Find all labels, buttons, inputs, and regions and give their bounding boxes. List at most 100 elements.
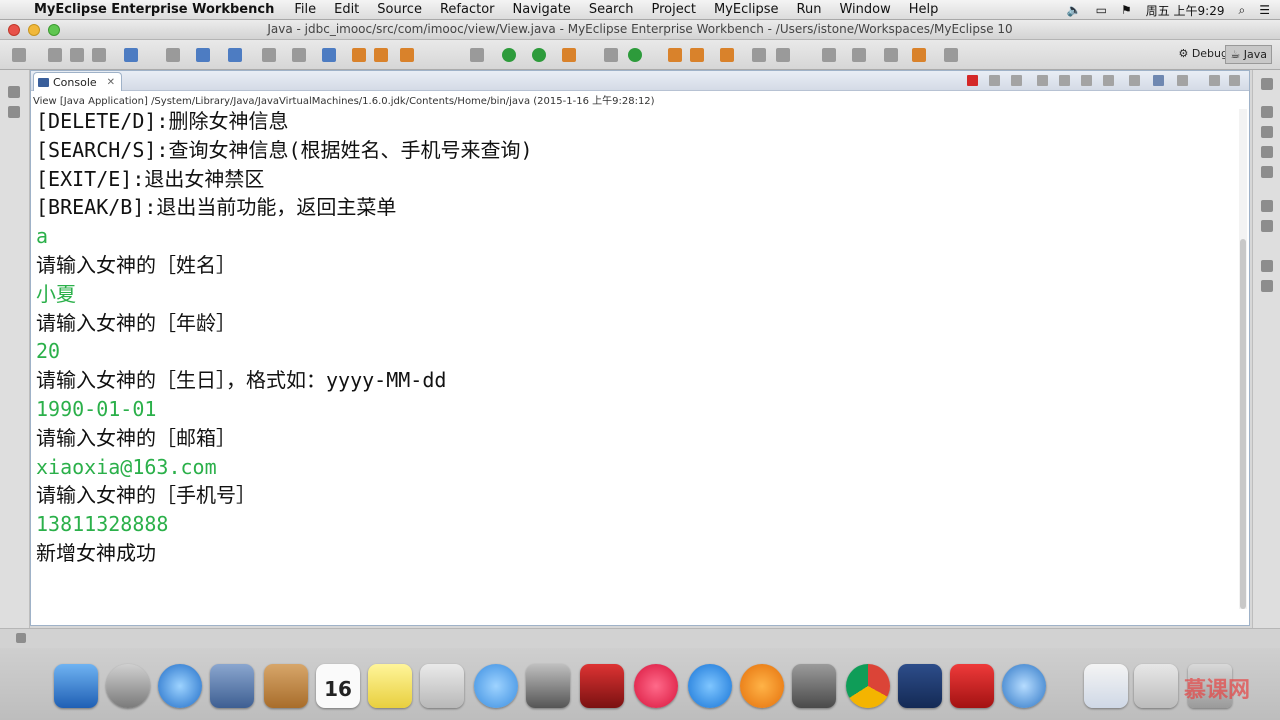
hierarchy-icon[interactable] — [1261, 220, 1273, 232]
menu-navigate[interactable]: Navigate — [513, 2, 571, 17]
open-type-icon[interactable] — [604, 48, 618, 62]
minimize-view-icon[interactable] — [1209, 75, 1220, 86]
show-on-stderr-icon[interactable] — [1103, 75, 1114, 86]
remove-launch-icon[interactable] — [989, 75, 1000, 86]
vertical-scrollbar[interactable] — [1239, 109, 1247, 609]
powerpoint-icon[interactable] — [950, 664, 994, 708]
outline-icon[interactable] — [1261, 106, 1273, 118]
perspective-debug[interactable]: ⚙ Debug — [1178, 47, 1228, 60]
javadoc-icon[interactable] — [1261, 126, 1273, 138]
menu-run[interactable]: Run — [797, 2, 822, 17]
deploy-icon[interactable] — [196, 48, 210, 62]
restore-icon[interactable] — [8, 86, 20, 98]
menu-window[interactable]: Window — [839, 2, 890, 17]
menu-myeclipse[interactable]: MyEclipse — [714, 2, 779, 17]
window-zoom-button[interactable] — [48, 24, 60, 36]
display-selected-console-icon[interactable] — [1153, 75, 1164, 86]
contacts-icon[interactable] — [264, 664, 308, 708]
stickies-icon[interactable] — [368, 664, 412, 708]
volume-icon[interactable]: 🔈 — [1067, 3, 1082, 17]
external-tools-icon[interactable] — [562, 48, 576, 62]
window-close-button[interactable] — [8, 24, 20, 36]
snippets-icon[interactable] — [1261, 280, 1273, 292]
run-coverage-icon[interactable] — [532, 48, 546, 62]
quicktime-icon[interactable] — [1002, 664, 1046, 708]
scroll-lock-icon[interactable] — [1059, 75, 1070, 86]
input-source-flag-icon[interactable]: ⚑ — [1121, 3, 1132, 17]
web-service-icon[interactable] — [228, 48, 242, 62]
preview-icon[interactable] — [420, 664, 464, 708]
show-on-stdout-icon[interactable] — [1081, 75, 1092, 86]
database-icon[interactable] — [262, 48, 276, 62]
safari-icon[interactable] — [158, 664, 202, 708]
open-folder-icon[interactable] — [352, 48, 366, 62]
menu-refactor[interactable]: Refactor — [440, 2, 495, 17]
package-explorer-icon[interactable] — [8, 106, 20, 118]
finder-icon[interactable] — [54, 664, 98, 708]
problems-icon[interactable] — [1261, 166, 1273, 178]
menubar-clock[interactable]: 周五 上午9:29 — [1146, 2, 1225, 19]
declaration-icon[interactable] — [1261, 146, 1273, 158]
debug-icon[interactable] — [470, 48, 484, 62]
menu-source[interactable]: Source — [377, 2, 422, 17]
back-icon[interactable] — [912, 48, 926, 62]
spotlight-search-icon[interactable]: ⌕ — [1239, 3, 1246, 18]
downloads-stack-icon[interactable] — [1134, 664, 1178, 708]
notification-list-icon[interactable]: ☰ — [1259, 3, 1270, 17]
last-edit-icon[interactable] — [884, 48, 898, 62]
app-name-menu[interactable]: MyEclipse Enterprise Workbench — [34, 2, 274, 17]
print-icon[interactable] — [92, 48, 106, 62]
restore-right-2-icon[interactable] — [1261, 200, 1273, 212]
system-preferences-icon[interactable] — [792, 664, 836, 708]
fast-view-icon[interactable] — [16, 633, 26, 643]
maximize-view-icon[interactable] — [1229, 75, 1240, 86]
restore-right-3-icon[interactable] — [1261, 260, 1273, 272]
next-annotation-icon[interactable] — [822, 48, 836, 62]
new-class-icon[interactable] — [628, 48, 642, 62]
photo-booth-icon[interactable] — [580, 664, 624, 708]
console-tab[interactable]: Console ✕ — [33, 72, 123, 91]
perspective-java[interactable]: ☕ Java — [1225, 45, 1272, 64]
menu-project[interactable]: Project — [651, 2, 695, 17]
calendar-icon[interactable]: 16 — [316, 664, 360, 708]
explorer-icon[interactable] — [292, 48, 306, 62]
open-console-icon[interactable] — [1177, 75, 1188, 86]
mark-occurrences-icon[interactable] — [776, 48, 790, 62]
save-icon[interactable] — [48, 48, 62, 62]
mail-icon[interactable] — [210, 664, 254, 708]
pin-console-icon[interactable] — [1129, 75, 1140, 86]
app-store-icon[interactable] — [688, 664, 732, 708]
myeclipse-icon[interactable] — [898, 664, 942, 708]
console-output[interactable]: [DELETE/D]:删除女神信息 [SEARCH/S]:查询女神信息(根据姓名、… — [36, 107, 1231, 611]
server-icon[interactable] — [166, 48, 180, 62]
new-project-icon[interactable] — [124, 48, 138, 62]
open-task-icon[interactable] — [668, 48, 682, 62]
close-icon[interactable]: ✕ — [107, 74, 115, 91]
forward-icon[interactable] — [944, 48, 958, 62]
browser-icon[interactable] — [322, 48, 336, 62]
search-toolbar-icon[interactable] — [690, 48, 704, 62]
menu-file[interactable]: File — [294, 2, 316, 17]
edit-icon[interactable] — [400, 48, 414, 62]
ibooks-icon[interactable] — [740, 664, 784, 708]
scrollbar-thumb[interactable] — [1240, 239, 1246, 609]
open-file-icon[interactable] — [374, 48, 388, 62]
messages-icon[interactable] — [474, 664, 518, 708]
remove-all-terminated-icon[interactable] — [1011, 75, 1022, 86]
save-all-icon[interactable] — [70, 48, 84, 62]
clear-console-icon[interactable] — [1037, 75, 1048, 86]
window-minimize-button[interactable] — [28, 24, 40, 36]
prev-annotation-icon[interactable] — [852, 48, 866, 62]
chrome-icon[interactable] — [846, 664, 890, 708]
launchpad-icon[interactable] — [106, 664, 150, 708]
itunes-icon[interactable] — [634, 664, 678, 708]
annotation-icon[interactable] — [720, 48, 734, 62]
menu-help[interactable]: Help — [909, 2, 939, 17]
menu-search[interactable]: Search — [589, 2, 634, 17]
restore-right-icon[interactable] — [1261, 78, 1273, 90]
facetime-icon[interactable] — [526, 664, 570, 708]
run-icon[interactable] — [502, 48, 516, 62]
documents-stack-icon[interactable] — [1084, 664, 1128, 708]
menu-edit[interactable]: Edit — [334, 2, 359, 17]
new-icon[interactable] — [12, 48, 26, 62]
